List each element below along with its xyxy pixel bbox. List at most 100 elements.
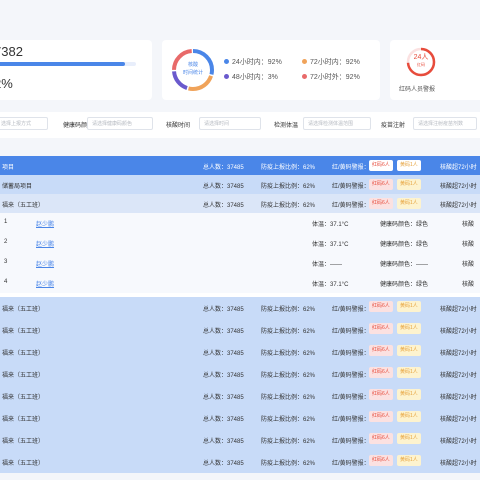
total-count: 总人数：37485	[203, 307, 244, 313]
vaccine-dose-select[interactable]: 请选择注射疫苗剂数	[413, 117, 477, 130]
project-name: 福来（五工班）	[2, 373, 45, 379]
total-count: 总人数：37485	[203, 351, 244, 357]
nucleic-overdue: 核酸超72小时	[440, 329, 477, 335]
project-row[interactable]: 福来（五工班） 总人数：37485 防疫上报比例：62% 红/黄码警报： 红码6人 黄码1…	[0, 363, 480, 385]
alert-label: 红/黄码警报：	[332, 165, 370, 171]
temperature-value: 体温：37.1°C	[312, 242, 349, 248]
health-code-value: 健康码颜色：绿色	[380, 222, 429, 228]
project-row[interactable]: 福来（五工班） 总人数：37485 防疫上报比例：62% 红/黄码警报： 红码6人 黄码1…	[0, 319, 480, 341]
person-name-link[interactable]: 赵少鹏	[36, 279, 54, 288]
red-code-alert-card[interactable]: 24人 红码 红码人员警报	[390, 40, 480, 100]
alert-label: 红/黄码警报：	[332, 417, 370, 423]
nucleic-overdue: 核酸超72小时	[440, 307, 477, 313]
project-name: 储蓄局项目	[2, 184, 33, 190]
project-row[interactable]: 福来（五工班） 总人数：37485 防疫上报比例：62% 红/黄码警报： 红码6人 黄码1…	[0, 385, 480, 407]
project-row[interactable]: 福来（五工班） 总人数：37485 防疫上报比例：62% 红/黄码警报： 红码6人 黄码1…	[0, 451, 480, 473]
total-percent: 2%	[0, 76, 13, 91]
alert-label: 红/黄码警报：	[332, 439, 370, 445]
yellow-code-badge: 黄码1人	[397, 389, 421, 400]
person-row[interactable]: 3 赵少鹏 体温：—— 健康码颜色：—— 核酸	[0, 253, 480, 273]
yellow-code-badge: 黄码1人	[397, 198, 421, 209]
project-name: 福来（五工班）	[2, 329, 45, 335]
legend-dot	[302, 59, 307, 64]
total-count: 总人数：37485	[203, 203, 244, 209]
health-code-value: 健康码颜色：绿色	[380, 242, 429, 248]
project-row[interactable]: 福来（五工班） 总人数：37485 防疫上报比例：62% 红/黄码警报： 红码6人 黄码1…	[0, 407, 480, 429]
project-name: 福来（五工班）	[2, 395, 45, 401]
total-count: 7382	[0, 44, 23, 59]
yellow-code-badge: 黄码1人	[397, 367, 421, 378]
total-count: 总人数：37485	[203, 184, 244, 190]
filter-bar: 选择上报方式 健康码颜色 请选择健康码颜色 核酸时间 请选择时间 检测体温 请选…	[0, 112, 480, 138]
legend-dot	[224, 59, 229, 64]
project-row[interactable]: 福来（五工班） 总人数：37485 防疫上报比例：62% 红/黄码警报： 红码6人 黄码1…	[0, 429, 480, 451]
nucleic-value: 核酸	[462, 262, 475, 268]
health-code-value: 健康码颜色：绿色	[380, 282, 429, 288]
report-ratio: 防疫上报比例：62%	[261, 351, 316, 357]
nucleic-overdue: 核酸超72小时	[440, 395, 477, 401]
project-table: 项目 总人数：37485 防疫上报比例：62% 红/黄码警报： 红码6人 黄码1…	[0, 156, 480, 473]
person-name-link[interactable]: 赵少鹏	[36, 239, 54, 248]
project-name: 福来（五工班）	[2, 307, 45, 313]
person-name-link[interactable]: 赵少鹏	[36, 219, 54, 228]
red-code-badge: 红码6人	[369, 411, 393, 422]
alert-label: 红/黄码警报：	[332, 395, 370, 401]
project-name: 福来（五工班）	[2, 203, 45, 209]
nucleic-time-picker[interactable]: 请选择时间	[199, 117, 261, 130]
yellow-code-badge: 黄码1人	[397, 160, 421, 171]
project-row[interactable]: 福来（五工班） 总人数：37485 防疫上报比例：62% 红/黄码警报： 红码6人 黄码1…	[0, 194, 480, 213]
nucleic-value: 核酸	[462, 222, 475, 228]
alert-label: 红/黄码警报：	[332, 461, 370, 467]
alert-label: 红/黄码警报：	[332, 203, 370, 209]
donut-label-line: 核酸	[187, 62, 198, 68]
report-ratio: 防疫上报比例：62%	[261, 307, 316, 313]
project-name: 福来（五工班）	[2, 461, 45, 467]
nucleic-overdue: 核酸超72小时	[440, 439, 477, 445]
total-stat-card: 7382 2%	[0, 40, 152, 100]
person-row[interactable]: 4 赵少鹏 体温：37.1°C 健康码颜色：绿色 核酸	[0, 273, 480, 293]
report-method-select[interactable]: 选择上报方式	[0, 117, 48, 130]
yellow-code-badge: 黄码1人	[397, 433, 421, 444]
red-code-badge: 红码6人	[369, 367, 393, 378]
project-row[interactable]: 储蓄局项目 总人数：37485 防疫上报比例：62% 红/黄码警报： 红码6人 黄码1人 核…	[0, 175, 480, 194]
yellow-code-badge: 黄码1人	[397, 411, 421, 422]
person-row[interactable]: 1 赵少鹏 体温：37.1°C 健康码颜色：绿色 核酸	[0, 213, 480, 233]
red-code-badge: 红码6人	[369, 160, 393, 171]
health-code-value: 健康码颜色：——	[380, 262, 429, 268]
project-row[interactable]: 福来（五工班） 总人数：37485 防疫上报比例：62% 红/黄码警报： 红码6人 黄码1…	[0, 341, 480, 363]
nucleic-overdue: 核酸超72小时	[440, 351, 477, 357]
progress-bar	[0, 62, 136, 66]
total-count: 总人数：37485	[203, 329, 244, 335]
health-code-select[interactable]: 请选择健康码颜色	[87, 117, 153, 130]
person-row[interactable]: 2 赵少鹏 体温：37.1°C 健康码颜色：绿色 核酸	[0, 233, 480, 253]
red-code-badge: 红码6人	[369, 301, 393, 312]
project-name: 项目	[2, 165, 15, 171]
temperature-range-select[interactable]: 请选择检测体温范围	[303, 117, 371, 130]
row-index: 1	[4, 219, 8, 225]
row-index: 4	[4, 279, 8, 285]
temperature-value: 体温：——	[312, 262, 343, 268]
alert-label: 红/黄码警报：	[332, 184, 370, 190]
project-row[interactable]: 福来（五工班） 总人数：37485 防疫上报比例：62% 红/黄码警报： 红码6人 黄码1…	[0, 297, 480, 319]
nucleic-overdue: 核酸超72小时	[440, 461, 477, 467]
nucleic-time-label: 核酸时间	[166, 123, 191, 129]
person-name-link[interactable]: 赵少鹏	[36, 259, 54, 268]
report-ratio: 防疫上报比例：62%	[261, 329, 316, 335]
alert-label: 红/黄码警报：	[332, 329, 370, 335]
total-count: 总人数：37485	[203, 417, 244, 423]
row-index: 2	[4, 239, 8, 245]
temperature-label: 检测体温	[274, 123, 299, 129]
table-header-row[interactable]: 项目 总人数：37485 防疫上报比例：62% 红/黄码警报： 红码6人 黄码1…	[0, 156, 480, 175]
red-code-badge: 红码6人	[369, 345, 393, 356]
legend-dot	[224, 74, 229, 79]
red-code-caption: 红码人员警报	[399, 87, 436, 93]
row-index: 3	[4, 259, 8, 265]
total-count: 总人数：37485	[203, 439, 244, 445]
red-code-badge: 红码6人	[369, 389, 393, 400]
yellow-code-badge: 黄码1人	[397, 345, 421, 356]
red-code-count: 24人 红码	[413, 54, 429, 67]
yellow-code-badge: 黄码1人	[397, 301, 421, 312]
legend-dot	[302, 74, 307, 79]
yellow-code-badge: 黄码1人	[397, 323, 421, 334]
legend-item-72h-in: 72小时内：92%	[302, 57, 360, 67]
